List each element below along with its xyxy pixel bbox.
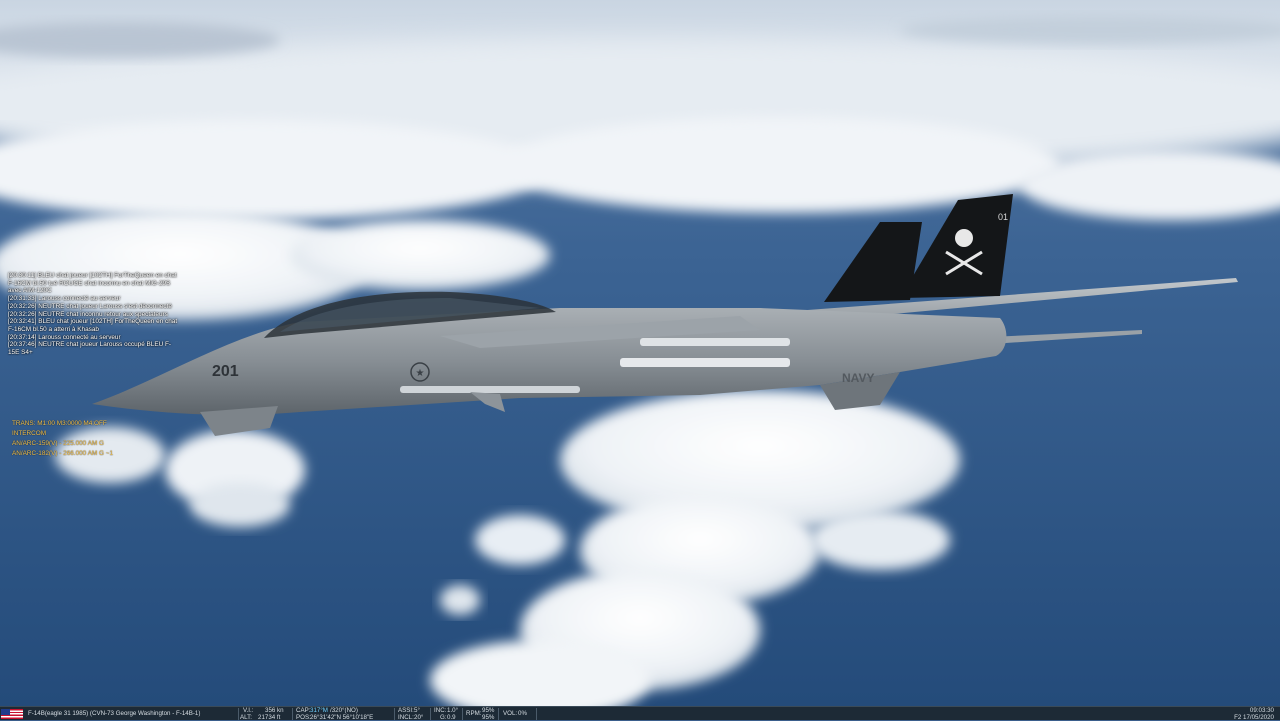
vi-label: V.I.: bbox=[243, 707, 254, 714]
chat-line: [20:37:46] NEUTRE chat joueur Larouss oc… bbox=[8, 341, 172, 357]
radio-intercom-line: INTERCOM bbox=[12, 430, 47, 437]
radio-arc159-line: AN/ARC-159(V) - 225.000 AM G bbox=[12, 440, 104, 447]
navy-marking: NAVY bbox=[842, 371, 874, 385]
vi-value: 356 kn bbox=[265, 707, 284, 714]
cloud-layer-upper bbox=[0, 0, 1280, 220]
vol-value: 0% bbox=[518, 710, 527, 717]
tail-code: 01 bbox=[998, 212, 1008, 222]
rpm-label: RPM: bbox=[466, 710, 482, 717]
clock-time: 09:03:30 bbox=[1249, 707, 1274, 714]
inc-value: 1.0° bbox=[447, 707, 459, 714]
chat-log: [20:30:11] BLEU chat joueur [102TH] ForT… bbox=[8, 272, 178, 357]
game-3d-view: 01 201 ★ NAVY bbox=[0, 0, 1280, 706]
chat-line: [20:32:26] NEUTRE chat joueur Larouss s'… bbox=[8, 302, 172, 310]
status-bar: F-14B(eagle 31 1985) (CVN-73 George Wash… bbox=[0, 706, 1280, 721]
chat-line: [20:31:33] Larouss connecté au serveur bbox=[8, 295, 121, 303]
rpm-left-value: 95% bbox=[482, 707, 495, 714]
vol-label: VOL: bbox=[503, 710, 518, 717]
chat-line: [20:30:11] BLEU chat joueur [102TH] ForT… bbox=[8, 272, 177, 295]
cap-extra: /320°(NO) bbox=[330, 707, 358, 714]
inc-label: INC: bbox=[434, 707, 447, 714]
cap-label: CAP: bbox=[296, 707, 311, 714]
svg-text:★: ★ bbox=[416, 368, 425, 379]
us-flag-icon bbox=[1, 709, 23, 719]
unit-name: F-14B(eagle 31 1985) (CVN-73 George Wash… bbox=[28, 710, 201, 717]
radio-panel: TRANS: M1:00 M3:0000 M4:OFF INTERCOM AN/… bbox=[12, 419, 172, 459]
skull-emblem bbox=[955, 229, 973, 247]
modex-number: 201 bbox=[212, 363, 239, 380]
radio-arc182-line: AN/ARC-182(V) - 266.000 AM G ~1 bbox=[12, 450, 114, 457]
assi-label: ASSI: bbox=[398, 707, 414, 714]
assi-value: 5° bbox=[414, 707, 420, 714]
cap-value: 317°M bbox=[310, 707, 328, 714]
chat-line: [20:32:41] BLEU chat joueur [102TH] ForT… bbox=[8, 318, 178, 333]
radio-trans-line: TRANS: M1:00 M3:0000 M4:OFF bbox=[12, 420, 107, 427]
